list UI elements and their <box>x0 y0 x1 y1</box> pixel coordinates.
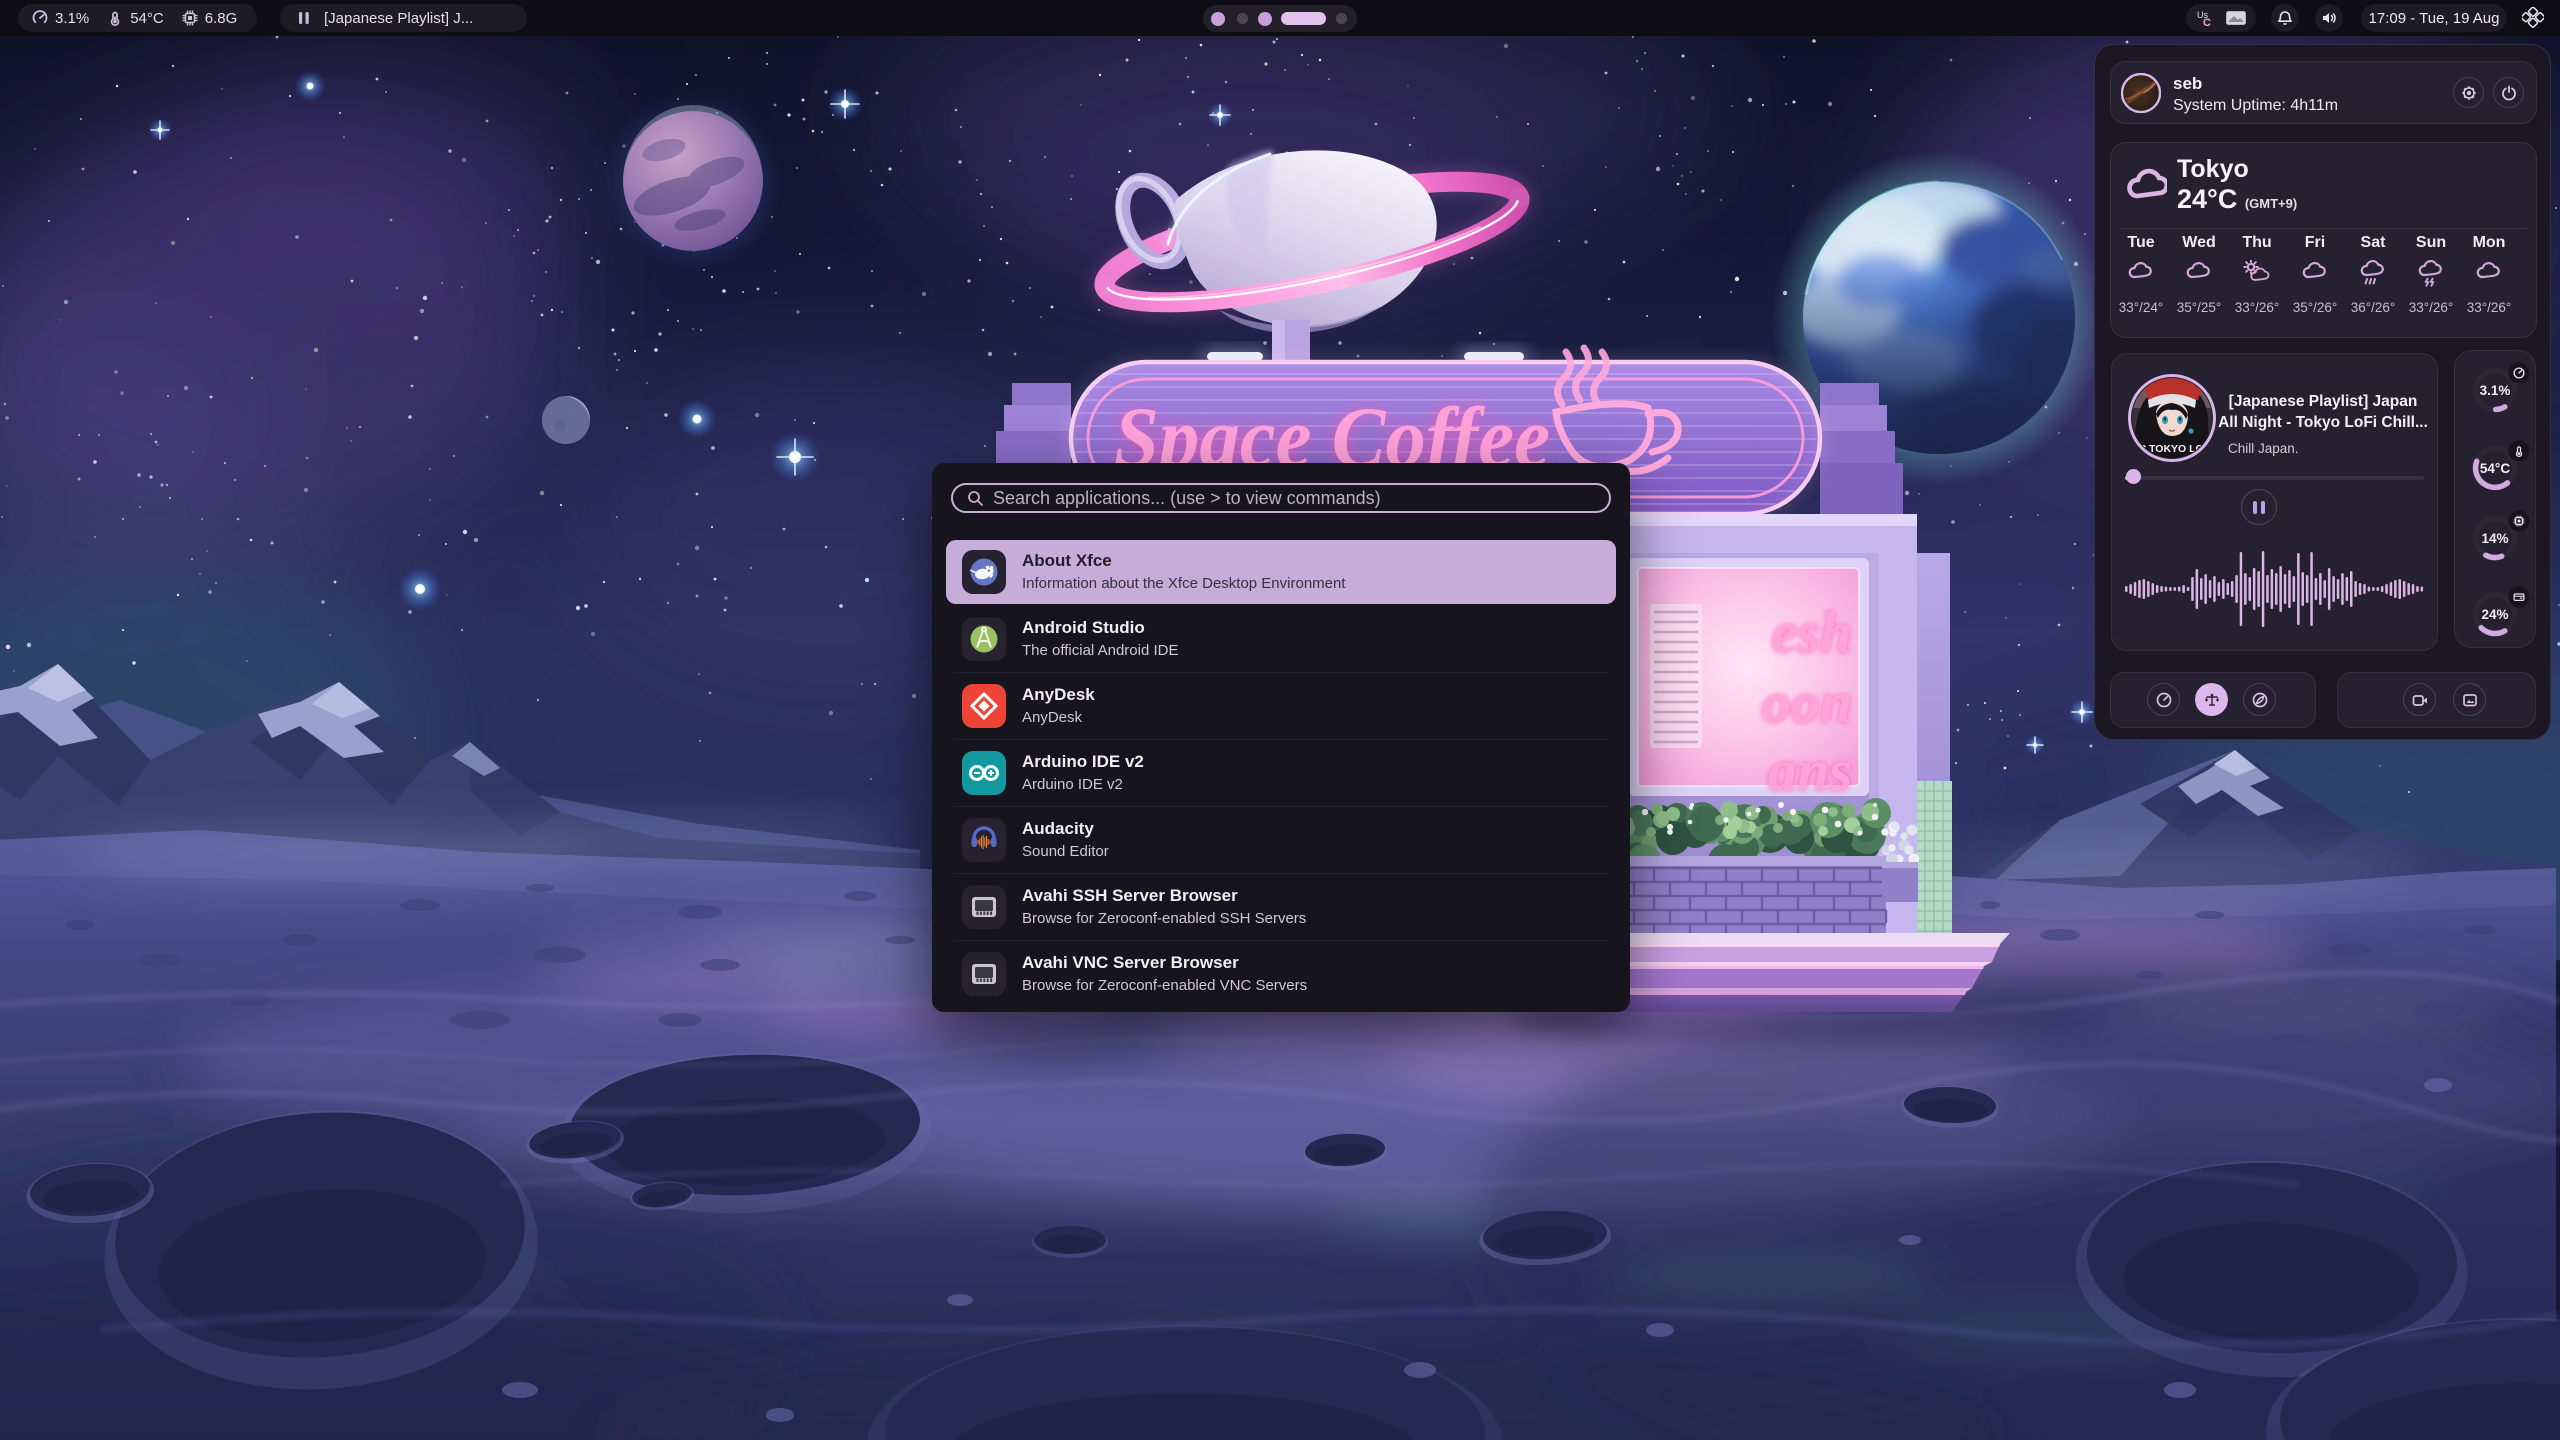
svg-text:14%: 14% <box>2481 531 2508 546</box>
svg-text:esh: esh <box>1771 600 1852 665</box>
svg-text:24%: 24% <box>2481 607 2508 622</box>
svg-text:ans: ans <box>1768 738 1852 803</box>
svg-text:54°C: 54°C <box>2480 461 2510 476</box>
svg-text:C: C <box>2203 17 2211 27</box>
svg-text:3.1%: 3.1% <box>2480 383 2511 398</box>
svg-text:oon: oon <box>1762 670 1852 735</box>
